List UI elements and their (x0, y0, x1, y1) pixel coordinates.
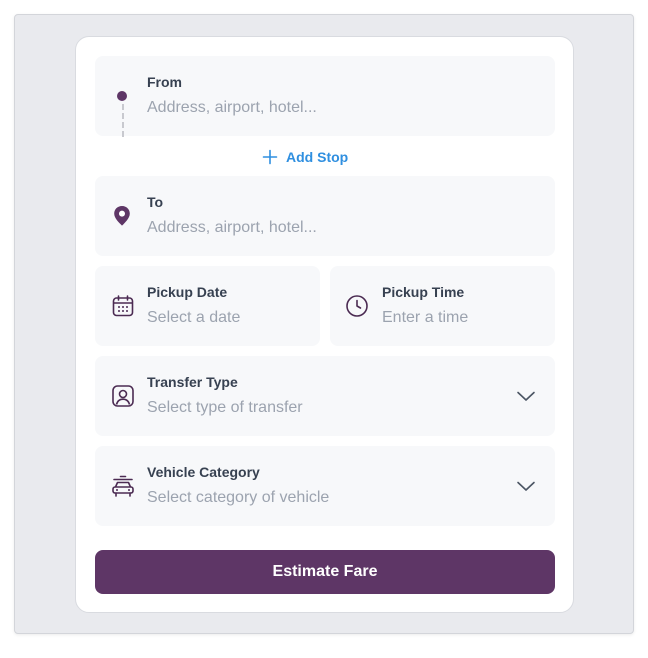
pickup-date-label: Pickup Date (147, 284, 228, 300)
add-stop-button[interactable]: Add Stop (262, 145, 348, 169)
vehicle-category-select[interactable]: Vehicle Category Select category of vehi… (95, 446, 555, 526)
transfer-type-value: Select type of transfer (147, 399, 303, 416)
pickup-time-label: Pickup Time (382, 284, 465, 300)
car-icon (112, 475, 134, 497)
from-input[interactable]: Address, airport, hotel... (147, 99, 317, 117)
add-stop-label: Add Stop (286, 149, 349, 165)
transfer-type-label: Transfer Type (147, 374, 238, 390)
from-field[interactable]: From Address, airport, hotel... (95, 56, 555, 136)
location-pin-icon (114, 206, 130, 226)
clock-icon (346, 295, 368, 317)
origin-dot-icon (117, 91, 127, 101)
route-connector (122, 104, 124, 137)
pickup-time-input[interactable]: Enter a time (382, 309, 468, 327)
person-badge-icon (112, 385, 134, 407)
to-input[interactable]: Address, airport, hotel... (147, 219, 317, 237)
pickup-date-field[interactable]: Pickup Date Select a date (95, 266, 320, 346)
vehicle-category-label: Vehicle Category (147, 464, 260, 480)
chevron-down-icon (517, 481, 535, 491)
transfer-type-select[interactable]: Transfer Type Select type of transfer (95, 356, 555, 436)
fare-estimate-card: From Address, airport, hotel... Add Stop… (75, 36, 574, 613)
estimate-fare-button[interactable]: Estimate Fare (95, 550, 555, 594)
to-label: To (147, 194, 164, 210)
page-backdrop: From Address, airport, hotel... Add Stop… (14, 14, 634, 634)
pickup-time-field[interactable]: Pickup Time Enter a time (330, 266, 555, 346)
from-label: From (147, 74, 182, 90)
calendar-icon (112, 295, 134, 317)
plus-icon (262, 149, 278, 165)
vehicle-category-value: Select category of vehicle (147, 489, 330, 506)
chevron-down-icon (517, 391, 535, 401)
to-field[interactable]: To Address, airport, hotel... (95, 176, 555, 256)
pickup-date-input[interactable]: Select a date (147, 309, 240, 327)
